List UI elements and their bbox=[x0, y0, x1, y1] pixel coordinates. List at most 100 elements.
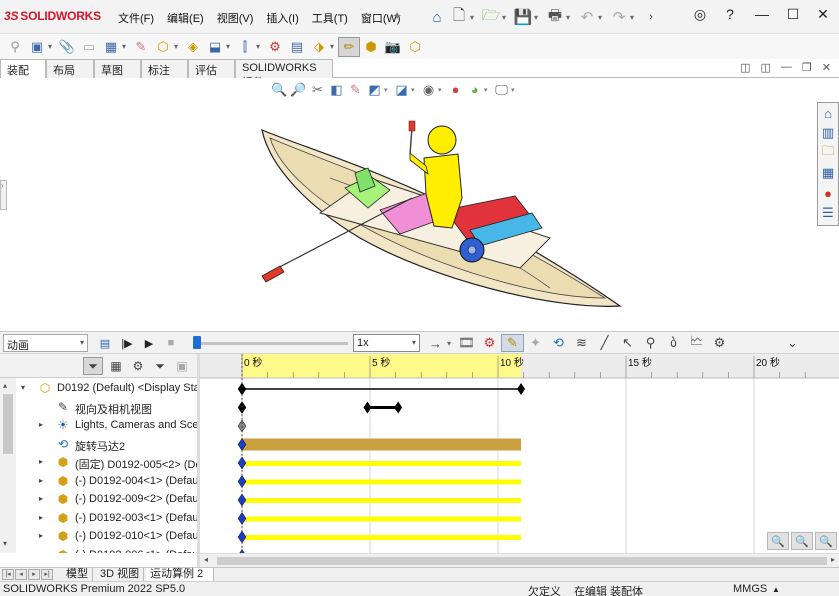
key-point[interactable] bbox=[517, 383, 526, 395]
tree-row[interactable]: ▸ ☀ Lights, Cameras and Scene bbox=[0, 416, 197, 434]
zoom-out-icon[interactable]: 🔍 bbox=[815, 532, 837, 550]
tab-model[interactable]: 模型 bbox=[62, 568, 93, 582]
timeline-grid[interactable]: 0 秒 5 秒 10 秒 15 秒 20 秒 bbox=[200, 354, 839, 553]
expand-arrow-icon[interactable]: ▸ bbox=[39, 476, 49, 485]
tree-scrollbar[interactable]: ▴ ▾ bbox=[0, 378, 16, 553]
chevron-down-icon[interactable]: ▾ bbox=[534, 13, 544, 22]
appearances-icon[interactable]: ● bbox=[818, 183, 838, 203]
reference-geometry-icon[interactable]: ⫿ bbox=[234, 37, 256, 57]
animation-wizard-icon[interactable]: ⚙ bbox=[478, 334, 501, 352]
status-units[interactable]: MMGS bbox=[733, 583, 767, 595]
help-icon[interactable]: ? bbox=[720, 6, 740, 22]
expand-arrow-icon[interactable]: ▸ bbox=[39, 494, 49, 503]
home-icon[interactable]: ⌂ bbox=[818, 103, 838, 123]
pin-icon[interactable]: ✦ bbox=[392, 9, 402, 23]
zoom-to-area-icon[interactable]: 🔎 bbox=[289, 81, 308, 98]
filter-results-icon[interactable]: ⏷ bbox=[150, 357, 170, 375]
timeline-scroll-thumb[interactable] bbox=[217, 557, 827, 565]
chevron-down-icon[interactable]: ▾ bbox=[226, 42, 234, 51]
viewport-restore-icon[interactable]: ❐ bbox=[802, 61, 812, 74]
tab-sketch[interactable]: 草图 bbox=[94, 59, 141, 78]
update-speedpak-icon[interactable]: ⬢ bbox=[360, 37, 382, 57]
minimize-icon[interactable]: — bbox=[752, 6, 772, 22]
force-icon[interactable]: ↖ bbox=[616, 334, 639, 352]
expand-arrow-icon[interactable]: ▸ bbox=[39, 457, 49, 466]
track-bar[interactable] bbox=[242, 516, 522, 522]
apply-scene-icon[interactable]: ◕ bbox=[465, 81, 484, 98]
tab-solidworks-addins[interactable]: SOLIDWORKS 插件 bbox=[235, 59, 333, 89]
status-units-arrow[interactable]: ▲ bbox=[772, 585, 780, 594]
linear-pattern-icon[interactable]: ▦ bbox=[100, 37, 122, 57]
move-component-icon[interactable]: ⬡ bbox=[152, 37, 174, 57]
take-snapshot-icon[interactable]: 📷 bbox=[382, 37, 404, 57]
file-explorer-icon[interactable]: 🗀 bbox=[818, 143, 838, 163]
track-bar[interactable] bbox=[242, 535, 522, 540]
damper-icon[interactable]: ╱ bbox=[593, 334, 616, 352]
last-tab-icon[interactable]: ▸| bbox=[41, 569, 53, 580]
first-tab-icon[interactable]: |◂ bbox=[2, 569, 14, 580]
tree-row[interactable]: ✎ 视向及相机视图 bbox=[0, 398, 197, 416]
help-user-icon[interactable]: ◎ bbox=[690, 6, 710, 23]
tree-row[interactable]: ▸ ⬢ (-) D0192-003<1> (Default) bbox=[0, 509, 197, 527]
more-icon[interactable]: › bbox=[640, 6, 662, 28]
tab-layout[interactable]: 布局 bbox=[46, 59, 94, 78]
menu-insert[interactable]: 插入(I) bbox=[266, 10, 298, 26]
collapse-arrow-icon[interactable]: ▾ bbox=[21, 383, 31, 392]
filter-animated-icon[interactable]: ⏷ bbox=[83, 357, 103, 375]
exploded-view-icon[interactable]: ⬗ bbox=[308, 37, 330, 57]
kayak-model[interactable] bbox=[250, 118, 630, 318]
scroll-down-icon[interactable]: ▾ bbox=[3, 539, 7, 548]
graphics-area[interactable]: 🔍 🔎 ✂ ◧ ✎ ◩ ▾ ◪ ▾ ◉ ▾ ● ◕ ▾ 🖵 ▾ › ⌂ ▥ 🗀 ▦ ● ☰ bbox=[0, 78, 839, 331]
menu-view[interactable]: 视图(V) bbox=[217, 10, 254, 26]
custom-properties-icon[interactable]: ☰ bbox=[818, 203, 838, 223]
print-icon[interactable]: 🖶 bbox=[544, 6, 566, 28]
chevron-down-icon[interactable]: ▾ bbox=[256, 42, 264, 51]
bill-of-materials-icon[interactable]: ▤ bbox=[286, 37, 308, 57]
component-preview-icon[interactable]: ▭ bbox=[78, 37, 100, 57]
tab-motion-study-2[interactable]: 运动算例 2 bbox=[146, 568, 214, 582]
collapse-icon[interactable]: ⌄ bbox=[781, 334, 804, 352]
timeline-area[interactable]: 0 秒 5 秒 10 秒 15 秒 20 秒 bbox=[200, 354, 839, 553]
play-icon[interactable]: ▶ bbox=[138, 335, 160, 351]
next-tab-icon[interactable]: ▸ bbox=[28, 569, 40, 580]
zoom-in-icon[interactable]: 🔍 bbox=[791, 532, 813, 550]
filter-all-icon[interactable]: ▣ bbox=[172, 357, 192, 375]
playback-slider[interactable] bbox=[193, 336, 348, 349]
key-point[interactable] bbox=[237, 475, 247, 488]
autokey-icon[interactable]: ✎ bbox=[501, 334, 524, 352]
chevron-down-icon[interactable]: ▾ bbox=[630, 13, 640, 22]
new-document-icon[interactable]: 🗋 bbox=[448, 6, 470, 28]
view-settings-icon[interactable]: 🖵 bbox=[492, 81, 511, 98]
chevron-down-icon[interactable]: ▾ bbox=[470, 13, 480, 22]
chevron-down-icon[interactable]: ▾ bbox=[566, 13, 576, 22]
assembly-features-icon[interactable]: ⬓ bbox=[204, 37, 226, 57]
add-key-icon[interactable]: ✦ bbox=[524, 334, 547, 352]
tree-row[interactable]: ⟲ 旋转马达2 bbox=[0, 435, 197, 453]
show-hidden-icon[interactable]: ◈ bbox=[182, 37, 204, 57]
expand-arrow-icon[interactable]: ▸ bbox=[39, 513, 49, 522]
view-palette-icon[interactable]: ▦ bbox=[818, 163, 838, 183]
tab-assembly[interactable]: 装配体 bbox=[0, 59, 46, 93]
tab-3d-view[interactable]: 3D 视图 bbox=[96, 568, 145, 582]
filter-driving-icon[interactable]: ▦ bbox=[106, 357, 126, 375]
track-bar[interactable] bbox=[242, 498, 522, 503]
study-properties-icon[interactable]: ⚙ bbox=[708, 334, 731, 352]
expand-arrow-icon[interactable]: ▸ bbox=[39, 420, 49, 429]
chevron-down-icon[interactable]: ▾ bbox=[484, 86, 492, 94]
view-orientation-icon[interactable]: ◩ bbox=[365, 81, 384, 98]
open-icon[interactable]: 🗁 bbox=[480, 6, 502, 28]
stop-icon[interactable]: ■ bbox=[160, 335, 182, 351]
dynamic-annotation-icon[interactable]: ✎ bbox=[346, 81, 365, 98]
key-point[interactable] bbox=[237, 530, 247, 544]
spring-icon[interactable]: ≋ bbox=[570, 334, 593, 352]
tree-row[interactable]: ▸ ⬢ (-) D0192-009<2> (Default) bbox=[0, 490, 197, 508]
tree-row[interactable]: ▸ ⬢ (-) D0192-006<1> (Default) bbox=[0, 546, 197, 554]
tree-scroll-thumb[interactable] bbox=[3, 394, 13, 454]
maximize-icon[interactable]: ☐ bbox=[783, 6, 803, 23]
menu-edit[interactable]: 编辑(E) bbox=[167, 10, 204, 26]
menu-file[interactable]: 文件(F) bbox=[118, 10, 154, 26]
collapse-left-icon[interactable]: ◫ bbox=[740, 61, 750, 74]
save-animation-icon[interactable]: 🎞 bbox=[455, 334, 478, 352]
large-assembly-mode-icon[interactable]: ⬡ bbox=[404, 37, 426, 57]
tree-row[interactable]: ▸ ⬢ (固定) D0192-005<2> (Default) bbox=[0, 453, 197, 471]
